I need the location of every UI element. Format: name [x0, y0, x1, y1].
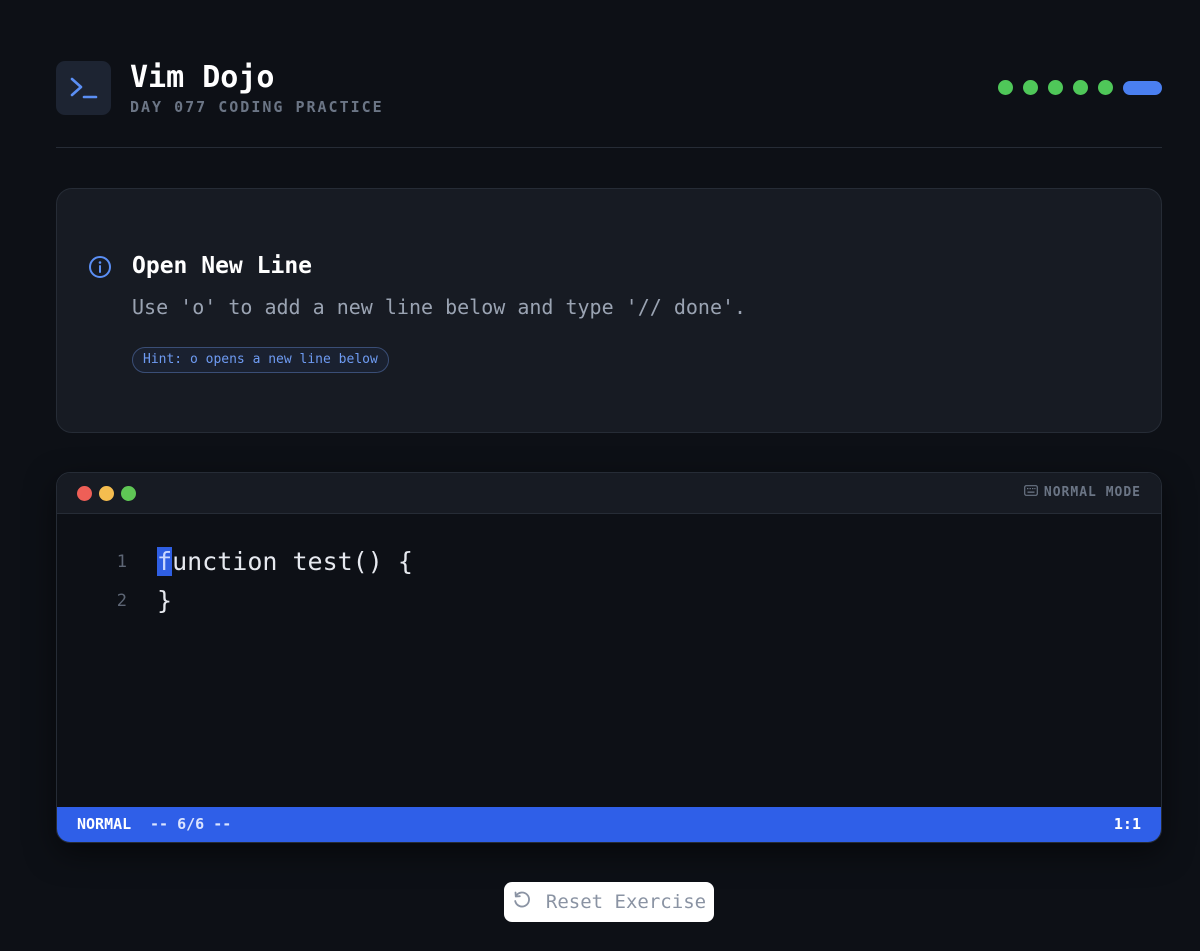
close-window-dot[interactable] [77, 486, 92, 501]
progress-dot-done [1098, 80, 1113, 95]
progress-dot-done [1073, 80, 1088, 95]
task-title: Open New Line [132, 253, 313, 279]
page-title: Vim Dojo [130, 60, 275, 95]
line-text[interactable]: } [157, 583, 172, 619]
minimize-window-dot[interactable] [99, 486, 114, 501]
status-progress: -- 6/6 -- [150, 815, 232, 833]
progress-dot-done [1048, 80, 1063, 95]
mode-indicator: NORMAL MODE [1024, 485, 1141, 501]
code-area[interactable]: 1 function test() { 2 } [57, 514, 1161, 807]
maximize-window-dot[interactable] [121, 486, 136, 501]
line-number: 2 [116, 591, 127, 611]
rotate-ccw-icon [512, 890, 532, 915]
header: Vim Dojo DAY 077 CODING PRACTICE [56, 60, 1162, 116]
reset-label: Reset Exercise [545, 891, 707, 913]
progress-dot-current [1123, 80, 1162, 95]
line-text-rest: unction test() { [172, 547, 413, 576]
mode-label: NORMAL MODE [1043, 485, 1141, 500]
code-line[interactable]: 1 function test() { [57, 544, 1161, 580]
keyboard-icon [1024, 485, 1038, 501]
status-mode: NORMAL [77, 815, 132, 833]
hint-badge: Hint: o opens a new line below [132, 347, 389, 373]
progress-indicator [998, 80, 1162, 95]
code-line[interactable]: 2 } [57, 583, 1161, 619]
cursor: f [157, 547, 173, 576]
task-card: Open New Line Use 'o' to add a new line … [56, 188, 1162, 433]
terminal-prompt-icon [56, 61, 111, 115]
line-number: 1 [116, 552, 127, 572]
header-divider [56, 147, 1162, 148]
code-editor[interactable]: NORMAL MODE 1 function test() { 2 } NORM… [56, 472, 1162, 843]
status-bar: NORMAL -- 6/6 -- 1:1 [57, 807, 1161, 842]
info-icon [88, 255, 112, 279]
progress-dot-done [1023, 80, 1038, 95]
page-subtitle: DAY 077 CODING PRACTICE [130, 98, 384, 116]
line-text[interactable]: function test() { [157, 544, 413, 580]
cursor-position: 1:1 [1113, 815, 1141, 833]
task-description: Use 'o' to add a new line below and type… [132, 295, 747, 319]
editor-titlebar: NORMAL MODE [57, 473, 1161, 514]
reset-exercise-button[interactable]: Reset Exercise [504, 882, 714, 922]
progress-dot-done [998, 80, 1013, 95]
